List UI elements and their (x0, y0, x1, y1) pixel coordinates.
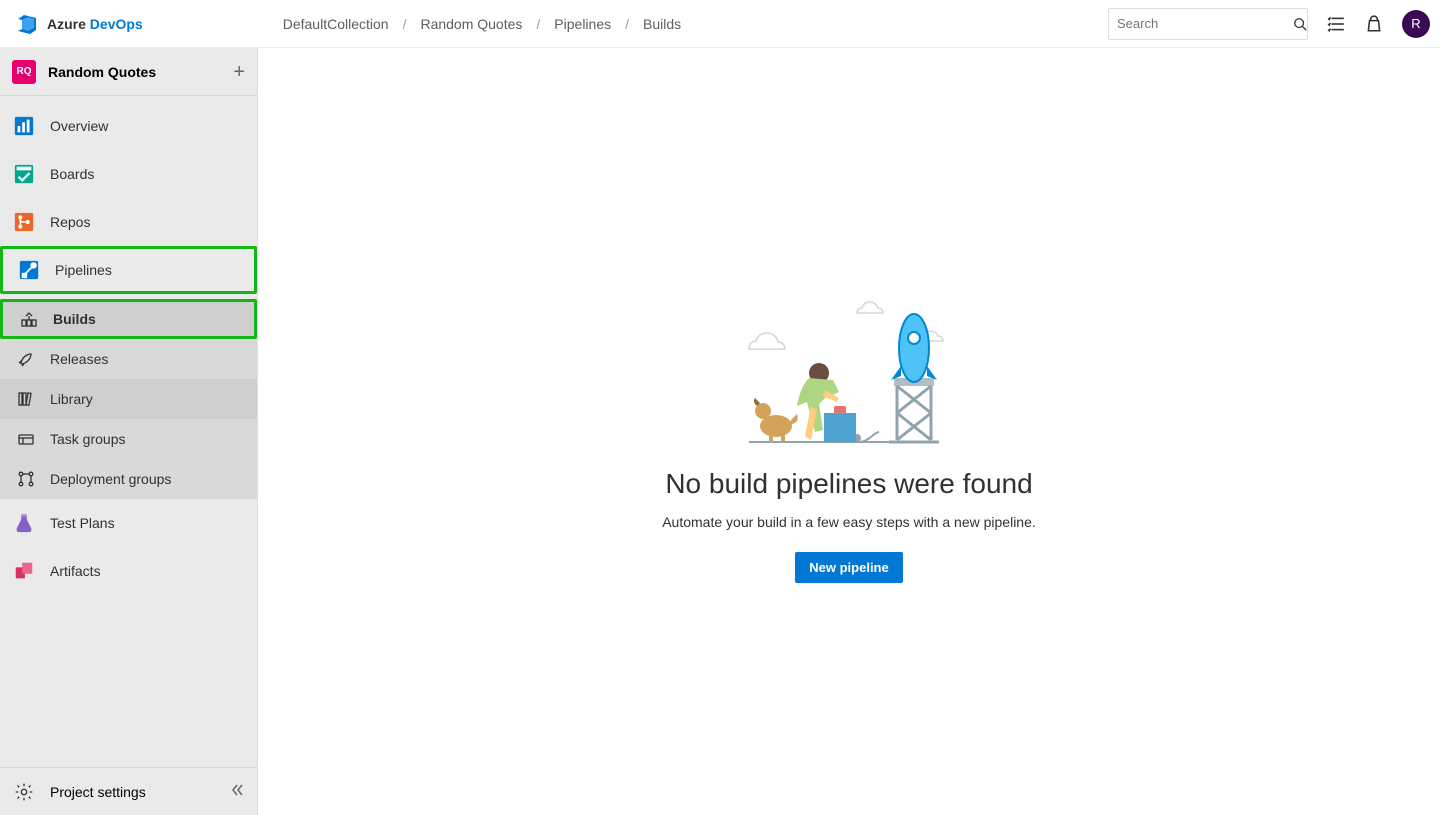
highlight-builds: Builds (0, 299, 257, 339)
search-input[interactable] (1117, 16, 1293, 31)
crumb-0[interactable]: DefaultCollection (283, 16, 389, 32)
empty-illustration (739, 278, 959, 448)
sidebar-item-label: Boards (50, 166, 94, 182)
subnav-item-label: Library (50, 391, 93, 407)
add-icon[interactable]: + (233, 62, 245, 82)
pipelines-subnav: Builds Releases Library (0, 299, 257, 499)
sidebar-item-overview[interactable]: Overview (0, 102, 257, 150)
empty-title: No build pipelines were found (258, 468, 1440, 500)
subnav-item-releases[interactable]: Releases (0, 339, 257, 379)
boards-icon (12, 162, 36, 186)
subnav-item-label: Builds (53, 311, 96, 327)
sidebar-item-repos[interactable]: Repos (0, 198, 257, 246)
subnav-item-deployment-groups[interactable]: Deployment groups (0, 459, 257, 499)
user-avatar[interactable]: R (1402, 10, 1430, 38)
collapse-icon[interactable] (229, 782, 245, 801)
logo-text: Azure DevOps (47, 16, 143, 32)
project-name: Random Quotes (48, 64, 156, 80)
test-plans-icon (12, 511, 36, 535)
sidebar-item-label: Repos (50, 214, 90, 230)
pipelines-icon (17, 258, 41, 282)
artifacts-icon (12, 559, 36, 583)
crumb-1[interactable]: Random Quotes (420, 16, 522, 32)
subnav-item-label: Task groups (50, 431, 125, 447)
sidebar-footer-label: Project settings (50, 784, 146, 800)
list-icon[interactable] (1326, 14, 1346, 34)
sidebar-item-boards[interactable]: Boards (0, 150, 257, 198)
azure-devops-logo[interactable]: Azure DevOps (15, 12, 143, 36)
main-content: No build pipelines were found Automate y… (258, 48, 1440, 815)
repos-icon (12, 210, 36, 234)
azure-devops-icon (15, 12, 39, 36)
marketplace-icon[interactable] (1364, 14, 1384, 34)
subnav-item-builds[interactable]: Builds (3, 302, 254, 336)
highlight-pipelines: Pipelines (0, 246, 257, 294)
sidebar-item-label: Test Plans (50, 515, 115, 531)
sidebar-item-pipelines[interactable]: Pipelines (3, 249, 254, 291)
sidebar-item-artifacts[interactable]: Artifacts (0, 547, 257, 595)
sidebar-item-label: Pipelines (55, 262, 112, 278)
subnav-item-label: Deployment groups (50, 471, 171, 487)
header-right: R (1108, 8, 1430, 40)
releases-icon (16, 349, 36, 369)
crumb-3[interactable]: Builds (643, 16, 681, 32)
breadcrumb: DefaultCollection / Random Quotes / Pipe… (283, 16, 681, 32)
global-header: Azure DevOps DefaultCollection / Random … (0, 0, 1440, 48)
sidebar-item-label: Artifacts (50, 563, 101, 579)
project-header[interactable]: RQ Random Quotes + (0, 48, 257, 96)
sidebar-item-test-plans[interactable]: Test Plans (0, 499, 257, 547)
subnav-item-task-groups[interactable]: Task groups (0, 419, 257, 459)
project-badge: RQ (12, 60, 36, 84)
library-icon (16, 389, 36, 409)
sidebar: RQ Random Quotes + Overview Boards (0, 48, 258, 815)
task-groups-icon (16, 429, 36, 449)
overview-icon (12, 114, 36, 138)
deployment-groups-icon (16, 469, 36, 489)
crumb-2[interactable]: Pipelines (554, 16, 611, 32)
search-icon (1293, 14, 1307, 34)
subnav-item-library[interactable]: Library (0, 379, 257, 419)
empty-state: No build pipelines were found Automate y… (258, 48, 1440, 583)
empty-subtitle: Automate your build in a few easy steps … (258, 514, 1440, 530)
global-search[interactable] (1108, 8, 1308, 40)
new-pipeline-button[interactable]: New pipeline (795, 552, 902, 583)
sidebar-item-label: Overview (50, 118, 108, 134)
gear-icon (12, 780, 36, 804)
builds-icon (19, 309, 39, 329)
subnav-item-label: Releases (50, 351, 108, 367)
project-settings[interactable]: Project settings (0, 767, 257, 815)
